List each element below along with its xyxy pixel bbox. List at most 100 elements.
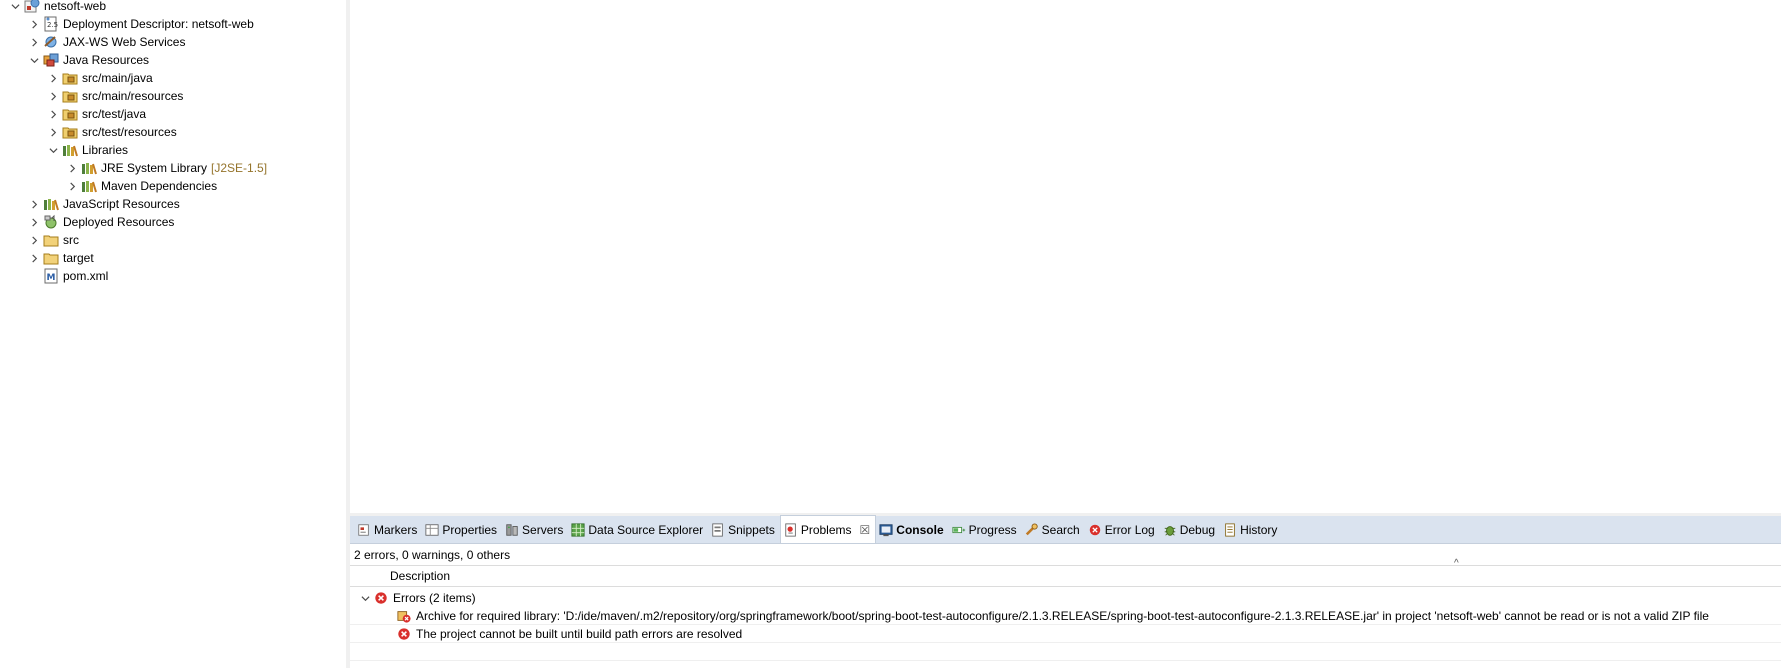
error-icon [374, 591, 388, 605]
chevron-right-icon[interactable] [46, 105, 60, 123]
console-icon [879, 523, 893, 537]
description-column-header[interactable]: Description [350, 565, 1781, 587]
no-expander [27, 267, 41, 285]
problem-row[interactable]: Archive for required library: 'D:/ide/ma… [350, 607, 1781, 625]
tab-markers[interactable]: Markers [354, 517, 422, 543]
tab-label: History [1240, 523, 1278, 537]
tree-item-label: src [63, 233, 79, 247]
problems-summary: 2 errors, 0 warnings, 0 others [354, 548, 511, 562]
tree-item[interactable]: src/test/java [46, 105, 146, 123]
empty-row [350, 643, 1781, 661]
chevron-right-icon[interactable] [27, 231, 41, 249]
problem-row[interactable]: The project cannot be built until build … [350, 625, 1781, 643]
tree-item-label: JavaScript Resources [63, 197, 180, 211]
debug-icon [1163, 523, 1177, 537]
tree-item[interactable]: Maven Dependencies [65, 177, 217, 195]
close-icon[interactable]: ☒ [860, 523, 871, 537]
tree-item-label: JAX-WS Web Services [63, 35, 186, 49]
chevron-right-icon[interactable] [27, 15, 41, 33]
maven-pom-icon: M [43, 268, 59, 284]
library-icon [81, 178, 97, 194]
tab-label: Debug [1179, 523, 1216, 537]
tree-item[interactable]: src/main/resources [46, 87, 183, 105]
tree-item[interactable]: JRE System Library [J2SE-1.5] [65, 159, 267, 177]
tree-item[interactable]: target [27, 249, 94, 267]
problem-group-row[interactable]: Errors (2 items) [350, 589, 1781, 607]
tree-item-label: Deployment Descriptor: netsoft-web [63, 17, 254, 31]
tree-item[interactable]: src/main/java [46, 69, 153, 87]
editor-area[interactable] [350, 0, 1781, 515]
bottom-panel: Markers Properties Servers Data Source Expl… [350, 515, 1781, 668]
tab-search[interactable]: Search [1022, 517, 1085, 543]
tab-label: Servers [522, 523, 564, 537]
tab-label: Markers [374, 523, 418, 537]
chevron-right-icon[interactable] [65, 159, 79, 177]
tab-servers[interactable]: Servers [502, 517, 568, 543]
tree-item[interactable]: src/test/resources [46, 123, 177, 141]
tree-item[interactable]: 2.5 Deployment Descriptor: netsoft-web [27, 15, 254, 33]
tree-item-label: src/main/resources [82, 89, 184, 103]
tab-problems[interactable]: Problems ☒ [779, 515, 877, 543]
tree-item[interactable]: Libraries [46, 141, 128, 159]
tab-label: Search [1041, 523, 1080, 537]
chevron-right-icon[interactable] [46, 87, 60, 105]
java-resources-icon [43, 52, 59, 68]
tab-debug[interactable]: Debug [1160, 517, 1220, 543]
tab-console[interactable]: Console [876, 517, 948, 543]
tree-item[interactable]: Java Resources [27, 51, 149, 69]
library-icon [81, 160, 97, 176]
web-services-icon [43, 34, 59, 50]
chevron-down-icon[interactable] [358, 589, 372, 607]
tab-progress[interactable]: Progress [949, 517, 1022, 543]
tree-item-label: Deployed Resources [63, 215, 175, 229]
chevron-right-icon[interactable] [46, 123, 60, 141]
chevron-right-icon[interactable] [27, 249, 41, 267]
tab-properties[interactable]: Properties [422, 517, 502, 543]
tree-item-decoration: [J2SE-1.5] [211, 161, 268, 175]
chevron-right-icon[interactable] [27, 195, 41, 213]
problems-icon [784, 522, 798, 537]
tree-item-label: Maven Dependencies [101, 179, 218, 193]
chevron-right-icon[interactable] [46, 69, 60, 87]
tree-item[interactable]: JavaScript Resources [27, 195, 180, 213]
tab-label: Problems [800, 522, 852, 537]
chevron-right-icon[interactable] [27, 213, 41, 231]
tree-item-label: target [63, 251, 94, 265]
project-explorer: netsoft-web 2.5 Deployment Descriptor: net… [0, 0, 346, 668]
library-icon [43, 196, 59, 212]
tab-history[interactable]: History [1220, 517, 1282, 543]
tree-item-label: src/test/resources [82, 125, 177, 139]
tree-item[interactable]: JAX-WS Web Services [27, 33, 185, 51]
web-project-icon [24, 0, 40, 14]
tree-item[interactable]: netsoft-web [8, 0, 106, 15]
svg-text:2.5: 2.5 [47, 21, 58, 29]
progress-icon [952, 523, 966, 537]
chevron-down-icon[interactable] [8, 0, 22, 15]
tree-item-label: Java Resources [63, 53, 150, 67]
tab-error-log[interactable]: Error Log [1085, 517, 1160, 543]
chevron-right-icon[interactable] [27, 33, 41, 51]
chevron-right-icon[interactable] [65, 177, 79, 195]
chevron-down-icon[interactable] [46, 141, 60, 159]
tree-item[interactable]: src [27, 231, 79, 249]
chevron-down-icon[interactable] [27, 51, 41, 69]
tree-item[interactable]: Mpom.xml [27, 267, 108, 285]
tab-snippets[interactable]: Snippets [708, 517, 780, 543]
tree-item[interactable]: Deployed Resources [27, 213, 174, 231]
deployment-descriptor-icon: 2.5 [43, 16, 59, 32]
tab-data-source-explorer[interactable]: Data Source Explorer [568, 517, 708, 543]
folder-icon [43, 250, 59, 266]
problem-description: Archive for required library: 'D:/ide/ma… [416, 608, 1709, 623]
source-folder-icon [62, 70, 78, 86]
tab-label: Progress [968, 523, 1017, 537]
group-label: Errors (2 items) [393, 591, 476, 605]
problem-description: The project cannot be built until build … [416, 626, 743, 641]
servers-icon [505, 523, 519, 537]
panel-tab-bar: Markers Properties Servers Data Source Expl… [350, 515, 1781, 544]
source-folder-icon [62, 88, 78, 104]
tree-item-label: JRE System Library [101, 161, 208, 175]
svg-text:M: M [47, 273, 56, 283]
error-icon [397, 627, 411, 641]
data-source-icon [571, 523, 585, 537]
tree-item-label: Libraries [82, 143, 129, 157]
